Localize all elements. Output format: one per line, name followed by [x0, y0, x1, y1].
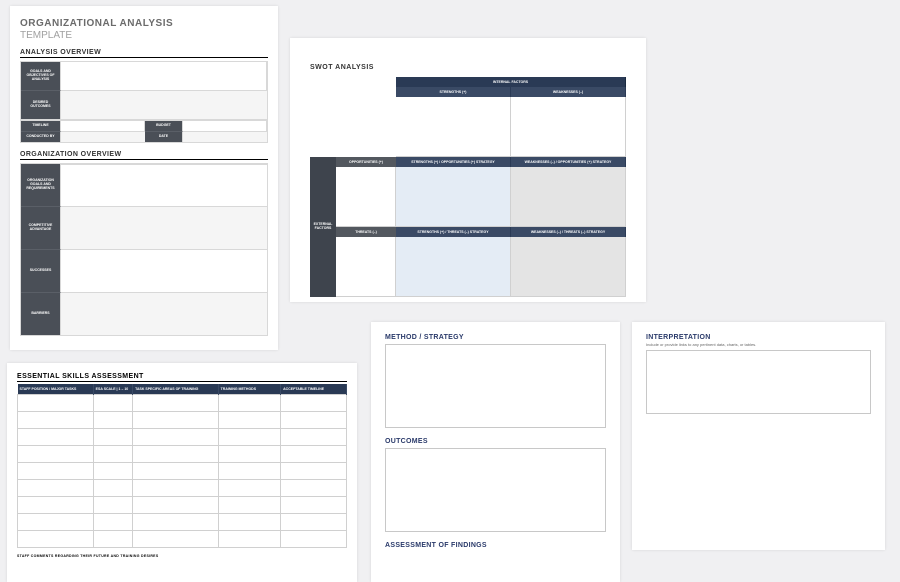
org-overview-grid: ORGANIZATION GOALS AND REQUIREMENTS COMP… — [20, 163, 268, 336]
col-training-methods: TRAINING METHODS — [218, 384, 281, 395]
table-row[interactable] — [18, 514, 347, 531]
section-analysis-overview: ANALYSIS OVERVIEW — [20, 49, 268, 58]
essential-skills-title: ESSENTIAL SKILLS ASSESSMENT — [17, 373, 347, 382]
col-esa-scale: ESA SCALE | 1 – 10 — [93, 384, 132, 395]
section-org-overview: ORGANIZATION OVERVIEW — [20, 151, 268, 160]
label-conducted-by: CONDUCTED BY — [21, 131, 61, 142]
box-interpretation[interactable] — [646, 350, 871, 414]
col-staff-position: STAFF POSITION / MAJOR TASKS — [18, 384, 94, 395]
essential-skills-table: STAFF POSITION / MAJOR TASKS ESA SCALE |… — [17, 384, 347, 548]
label-org-goals: ORGANIZATION GOALS AND REQUIREMENTS — [21, 164, 61, 206]
label-barriers: BARRIERS — [21, 292, 61, 335]
cell-conducted-by[interactable] — [61, 131, 145, 142]
panel-interpretation: INTERPRETATION Include or provide links … — [632, 322, 885, 550]
hdr-threats: THREATS (–) — [336, 227, 396, 237]
hdr-wo: WEAKNESSES (–) / OPPORTUNITIES (+) STRAT… — [511, 157, 626, 167]
cell-org-goals[interactable] — [61, 164, 267, 206]
table-row[interactable] — [18, 531, 347, 548]
panel-method-strategy: METHOD / STRATEGY OUTCOMES ASSESSMENT OF… — [371, 322, 620, 582]
cell-goals[interactable] — [61, 62, 267, 90]
essential-skills-footnote: STAFF COMMENTS REGARDING THEIR FUTURE AN… — [17, 554, 347, 558]
hdr-strengths: STRENGTHS (+) — [396, 87, 511, 97]
section-method-strategy: METHOD / STRATEGY — [385, 334, 606, 341]
label-timeline: TIMELINE — [21, 121, 61, 131]
swot-title: SWOT ANALYSIS — [310, 64, 626, 71]
interpretation-note: Include or provide links to any pertinen… — [646, 342, 871, 347]
table-row[interactable] — [18, 395, 347, 412]
cell-strengths[interactable] — [396, 97, 511, 157]
label-date: DATE — [145, 131, 183, 142]
section-outcomes: OUTCOMES — [385, 438, 606, 445]
label-competitive: COMPETITIVE ADVANTAGE — [21, 206, 61, 249]
cell-date[interactable] — [183, 131, 267, 142]
panel-org-analysis: ORGANIZATIONAL ANALYSIS TEMPLATE ANALYSI… — [10, 6, 278, 350]
cell-budget[interactable] — [183, 121, 267, 131]
cell-st[interactable] — [396, 237, 511, 297]
box-outcomes[interactable] — [385, 448, 606, 532]
label-budget: BUDGET — [145, 121, 183, 131]
panel-essential-skills: ESSENTIAL SKILLS ASSESSMENT STAFF POSITI… — [7, 363, 357, 582]
label-successes: SUCCESSES — [21, 249, 61, 292]
table-header-row: STAFF POSITION / MAJOR TASKS ESA SCALE |… — [18, 384, 347, 395]
table-row[interactable] — [18, 446, 347, 463]
cell-barriers[interactable] — [61, 292, 267, 335]
interpretation-title: INTERPRETATION — [646, 334, 871, 341]
cell-desired[interactable] — [61, 90, 267, 119]
cell-wt[interactable] — [511, 237, 626, 297]
analysis-overview-grid-b: TIMELINE BUDGET CONDUCTED BY DATE — [20, 120, 268, 143]
label-desired: DESIRED OUTCOMES — [21, 90, 61, 119]
table-row[interactable] — [18, 497, 347, 514]
analysis-overview-grid: GOALS AND OBJECTIVES OF ANALYSIS DESIRED… — [20, 61, 268, 120]
hdr-opportunities: OPPORTUNITIES (+) — [336, 157, 396, 167]
hdr-external-factors: EXTERNAL FACTORS — [310, 157, 336, 297]
cell-weaknesses[interactable] — [511, 97, 626, 157]
cell-opportunities[interactable] — [336, 167, 396, 227]
org-analysis-subtitle: TEMPLATE — [20, 30, 268, 41]
section-assessment-findings: ASSESSMENT OF FINDINGS — [385, 542, 606, 549]
col-task-areas: TASK SPECIFIC AREAS OF TRAINING — [133, 384, 219, 395]
table-row[interactable] — [18, 412, 347, 429]
swot-grid: INTERNAL FACTORS STRENGTHS (+) WEAKNESSE… — [310, 77, 626, 297]
cell-competitive[interactable] — [61, 206, 267, 249]
cell-so[interactable] — [396, 167, 511, 227]
hdr-so: STRENGTHS (+) / OPPORTUNITIES (+) STRATE… — [396, 157, 511, 167]
panel-swot: SWOT ANALYSIS INTERNAL FACTORS STRENGTHS… — [290, 38, 646, 302]
table-row[interactable] — [18, 480, 347, 497]
hdr-st: STRENGTHS (+) / THREATS (–) STRATEGY — [396, 227, 511, 237]
cell-threats[interactable] — [336, 237, 396, 297]
col-acceptable-timeline: ACCEPTABLE TIMELINE — [281, 384, 347, 395]
hdr-internal-factors: INTERNAL FACTORS — [396, 77, 626, 87]
table-row[interactable] — [18, 429, 347, 446]
hdr-wt: WEAKNESSES (–) / THREATS (–) STRATEGY — [511, 227, 626, 237]
label-goals: GOALS AND OBJECTIVES OF ANALYSIS — [21, 62, 61, 90]
cell-wo[interactable] — [511, 167, 626, 227]
table-row[interactable] — [18, 463, 347, 480]
cell-successes[interactable] — [61, 249, 267, 292]
cell-timeline[interactable] — [61, 121, 145, 131]
box-method-strategy[interactable] — [385, 344, 606, 428]
org-analysis-title: ORGANIZATIONAL ANALYSIS — [20, 18, 268, 29]
hdr-weaknesses: WEAKNESSES (–) — [511, 87, 626, 97]
